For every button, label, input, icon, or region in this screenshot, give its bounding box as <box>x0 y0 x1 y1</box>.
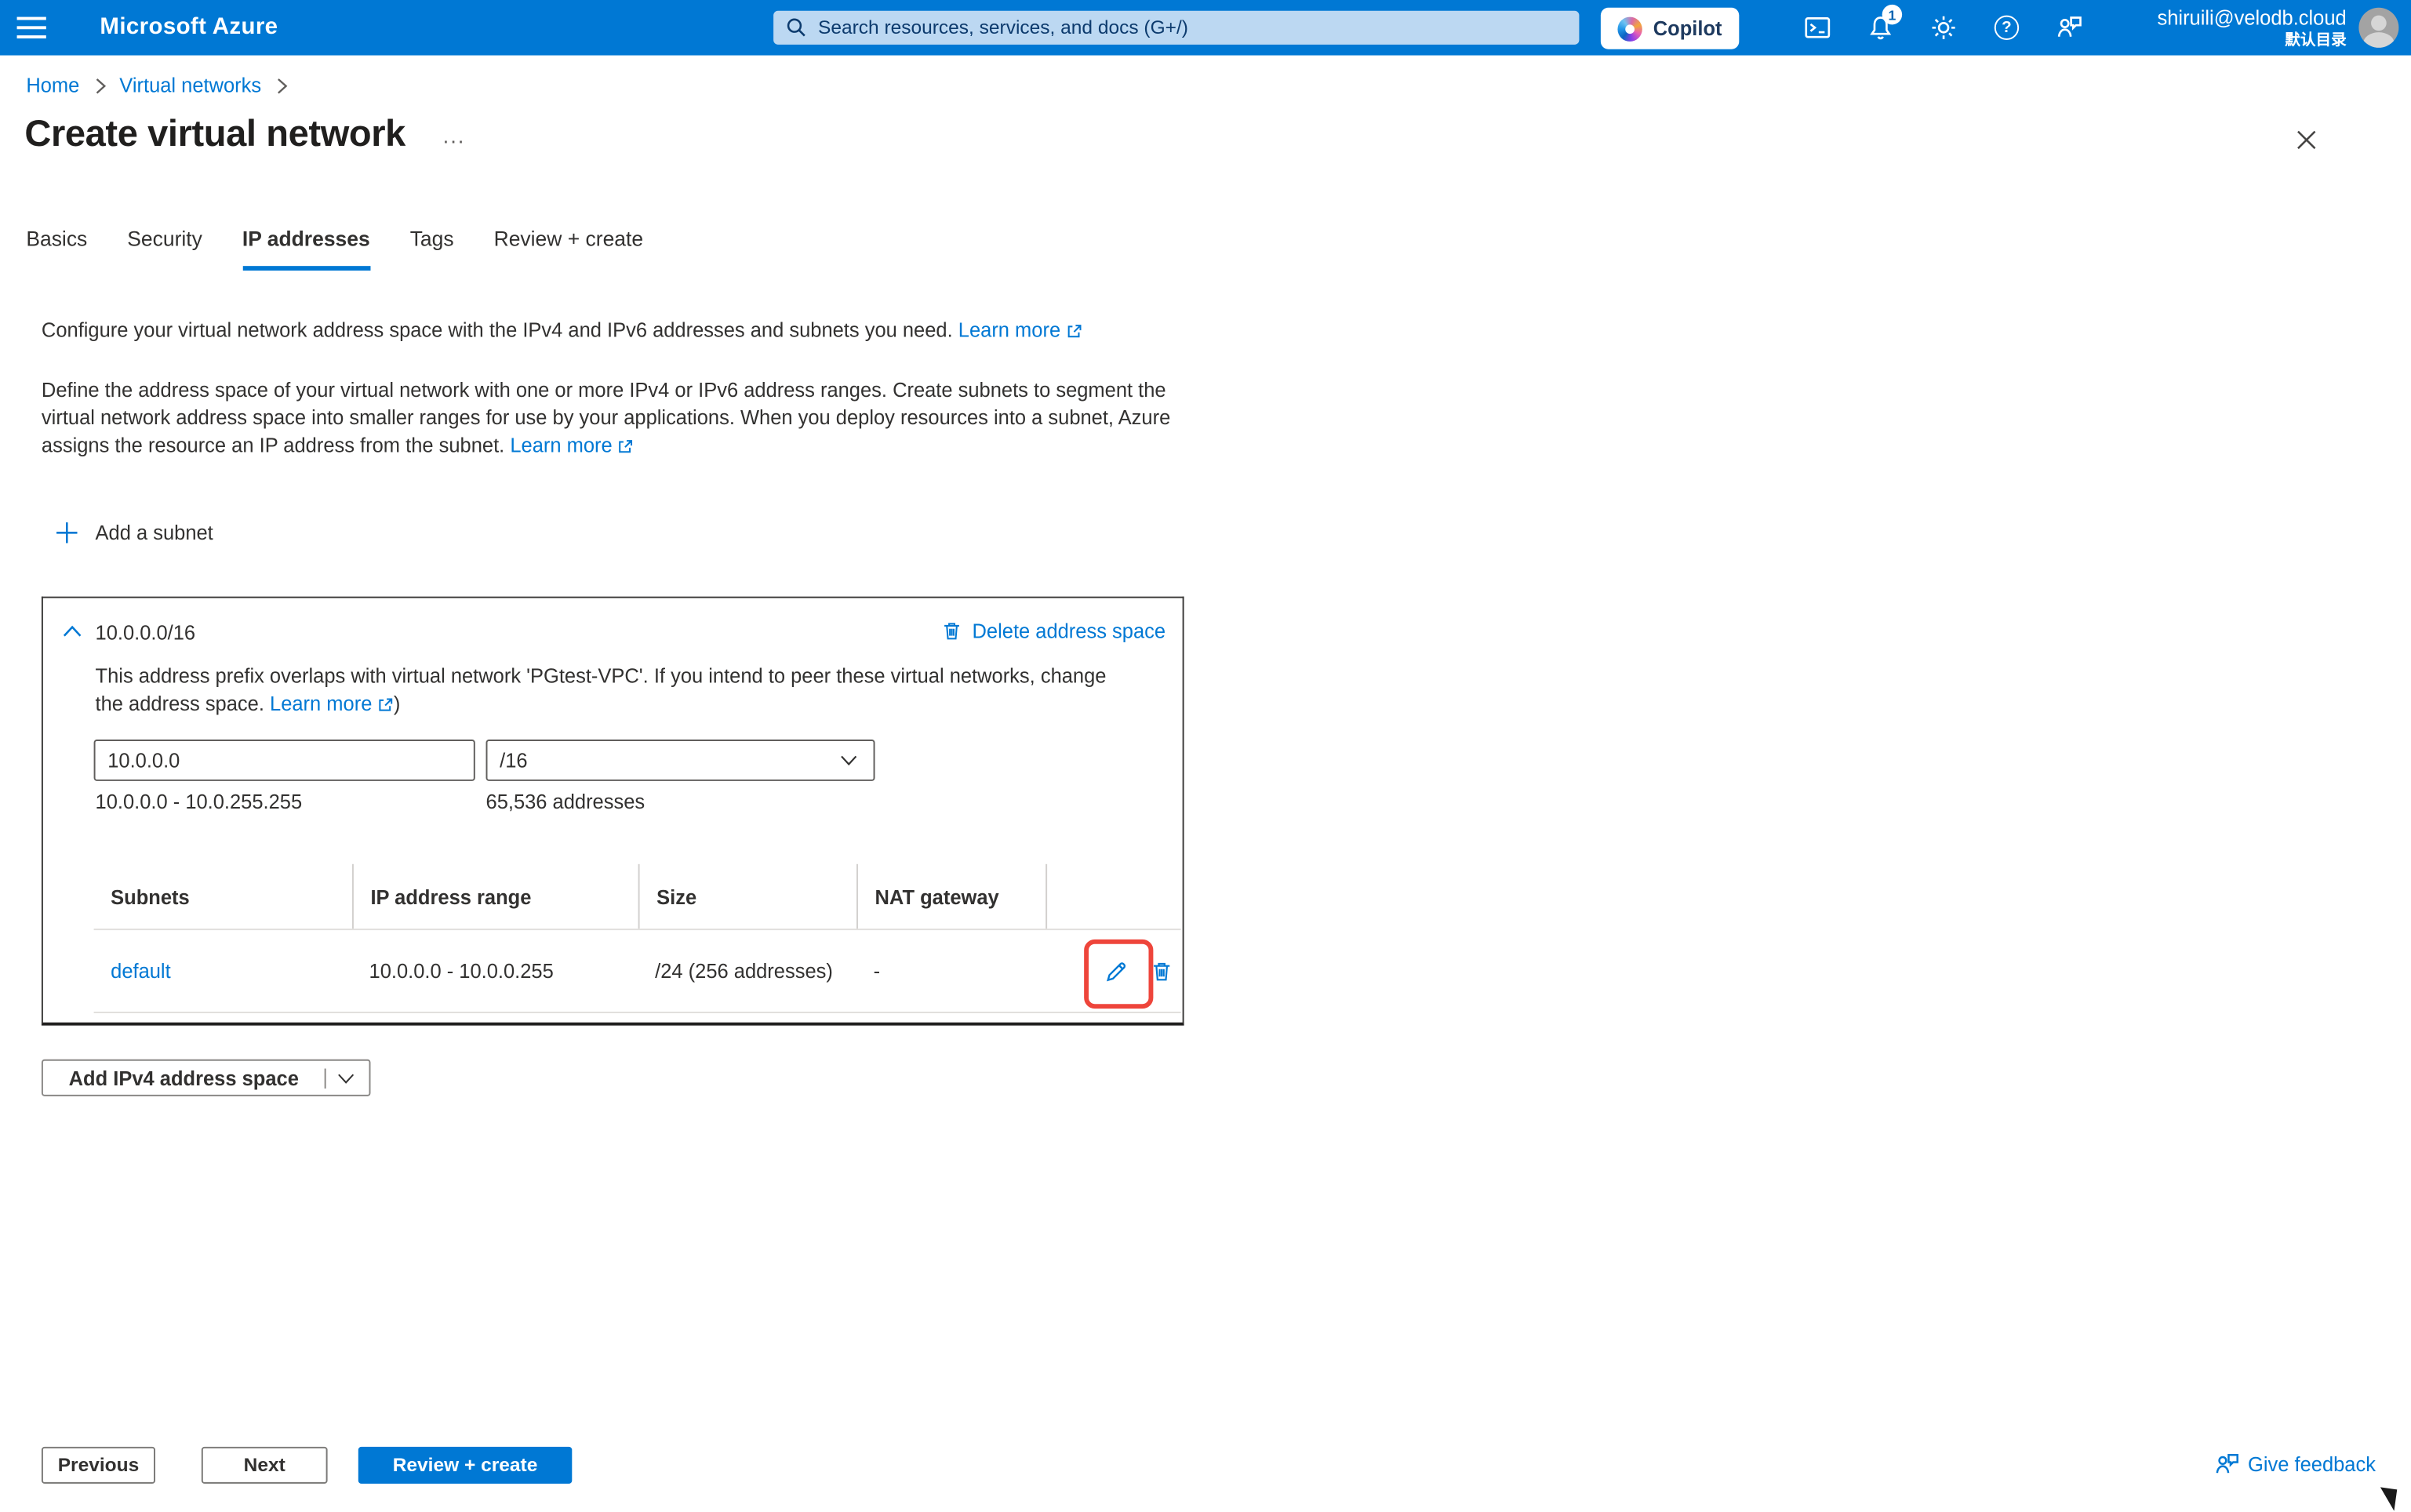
top-bar: Microsoft Azure Copilot 1 ? <box>0 0 2411 56</box>
intro-paragraph-2: Define the address space of your virtual… <box>42 376 1191 460</box>
tab-bar: Basics Security IP addresses Tags Review… <box>26 227 643 271</box>
search-input[interactable] <box>818 17 1567 38</box>
breadcrumb-home-link[interactable]: Home <box>26 74 79 96</box>
external-link-icon <box>617 438 635 456</box>
tab-tags[interactable]: Tags <box>410 227 454 271</box>
copilot-icon <box>1618 16 1642 41</box>
subnet-ip-range: 10.0.0.0 - 10.0.0.255 <box>352 930 638 1012</box>
warning-suffix: ) <box>394 692 401 714</box>
azure-portal-window: Microsoft Azure Copilot 1 ? <box>0 0 2411 1512</box>
feedback-icon[interactable] <box>2051 8 2088 48</box>
add-ipv4-address-space-button[interactable]: Add IPv4 address space <box>42 1059 371 1096</box>
chevron-right-icon <box>274 76 289 95</box>
prefix-size-select[interactable]: /16 <box>486 740 875 781</box>
cloud-shell-icon[interactable] <box>1799 8 1836 48</box>
global-search-box[interactable] <box>773 11 1579 45</box>
review-create-button[interactable]: Review + create <box>358 1447 573 1484</box>
tab-basics[interactable]: Basics <box>26 227 87 271</box>
subnet-row: default 10.0.0.0 - 10.0.0.255 /24 (256 a… <box>94 930 1181 1013</box>
learn-more-link-2[interactable]: Learn more <box>510 434 612 456</box>
chevron-right-icon <box>92 76 107 95</box>
breadcrumb: Home Virtual networks <box>26 74 289 96</box>
overlap-warning: This address prefix overlaps with virtua… <box>96 663 1114 718</box>
close-icon[interactable] <box>2294 128 2322 155</box>
subnet-size: /24 (256 addresses) <box>638 930 856 1012</box>
header-nat-gateway: NAT gateway <box>856 864 1045 929</box>
delete-address-space-button[interactable]: Delete address space <box>941 620 1165 642</box>
plus-icon <box>56 522 78 544</box>
previous-button[interactable]: Previous <box>42 1447 155 1484</box>
user-block[interactable]: shiruili@velodb.cloud 默认目录 <box>2157 5 2346 51</box>
subnet-nat-gateway: - <box>856 930 1045 1012</box>
copilot-button[interactable]: Copilot <box>1601 8 1739 49</box>
user-directory: 默认目录 <box>2157 31 2346 50</box>
tab-security[interactable]: Security <box>127 227 202 271</box>
topbar-icon-row: 1 ? <box>1799 0 2089 56</box>
brand-title[interactable]: Microsoft Azure <box>100 14 278 40</box>
more-options-button[interactable]: ... <box>443 123 466 147</box>
notification-badge: 1 <box>1882 5 1902 24</box>
subnets-table: Subnets IP address range Size NAT gatewa… <box>94 864 1181 1013</box>
menu-icon[interactable] <box>17 13 51 43</box>
chevron-down-icon[interactable] <box>326 1070 369 1085</box>
address-space-title: 10.0.0.0/16 <box>96 621 196 644</box>
address-count-helper: 65,536 addresses <box>486 791 645 813</box>
page-title: Create virtual network <box>24 114 405 157</box>
help-icon[interactable]: ? <box>1988 8 2025 48</box>
delete-address-space-label: Delete address space <box>973 620 1166 642</box>
delete-subnet-trash-icon[interactable] <box>1150 958 1173 983</box>
chevron-up-icon[interactable] <box>61 623 82 640</box>
header-ip-range: IP address range <box>352 864 638 929</box>
next-button[interactable]: Next <box>202 1447 328 1484</box>
search-icon <box>786 17 807 38</box>
warning-text: This address prefix overlaps with virtua… <box>96 664 1107 715</box>
user-email: shiruili@velodb.cloud <box>2157 5 2346 31</box>
header-actions <box>1045 864 1181 929</box>
intro-paragraph-1: Configure your virtual network address s… <box>42 317 1210 344</box>
subnet-default-link[interactable]: default <box>111 959 171 982</box>
give-feedback-label: Give feedback <box>2248 1453 2376 1476</box>
breadcrumb-virtual-networks-link[interactable]: Virtual networks <box>119 74 261 96</box>
external-link-icon <box>376 696 394 714</box>
subnets-table-header: Subnets IP address range Size NAT gatewa… <box>94 864 1181 930</box>
add-subnet-button[interactable]: Add a subnet <box>56 522 213 544</box>
tab-ip-addresses[interactable]: IP addresses <box>242 227 370 271</box>
chevron-down-icon <box>839 754 858 768</box>
give-feedback-link[interactable]: Give feedback <box>2214 1452 2376 1477</box>
external-link-icon <box>1065 323 1082 340</box>
header-subnets: Subnets <box>94 864 352 929</box>
tab-review-create[interactable]: Review + create <box>494 227 644 271</box>
prefix-size-value: /16 <box>500 749 527 772</box>
warning-learn-more-link[interactable]: Learn more <box>270 692 372 714</box>
feedback-icon <box>2214 1452 2240 1477</box>
copilot-label: Copilot <box>1653 17 1722 40</box>
settings-gear-icon[interactable] <box>1926 8 1962 48</box>
address-space-card: 10.0.0.0/16 Delete address space This ad… <box>42 597 1184 1026</box>
learn-more-link-1[interactable]: Learn more <box>958 318 1060 341</box>
mouse-cursor <box>2377 1487 2397 1510</box>
address-range-helper: 10.0.0.0 - 10.0.255.255 <box>96 791 303 813</box>
notifications-bell-icon[interactable]: 1 <box>1862 8 1899 48</box>
add-subnet-label: Add a subnet <box>96 522 213 544</box>
avatar[interactable] <box>2358 8 2398 48</box>
header-size: Size <box>638 864 856 929</box>
edit-subnet-pencil-icon[interactable] <box>1104 958 1129 983</box>
intro-text-1: Configure your virtual network address s… <box>42 318 953 341</box>
add-ipv4-label: Add IPv4 address space <box>43 1067 325 1089</box>
address-prefix-input[interactable] <box>94 740 475 781</box>
trash-icon <box>941 620 962 642</box>
